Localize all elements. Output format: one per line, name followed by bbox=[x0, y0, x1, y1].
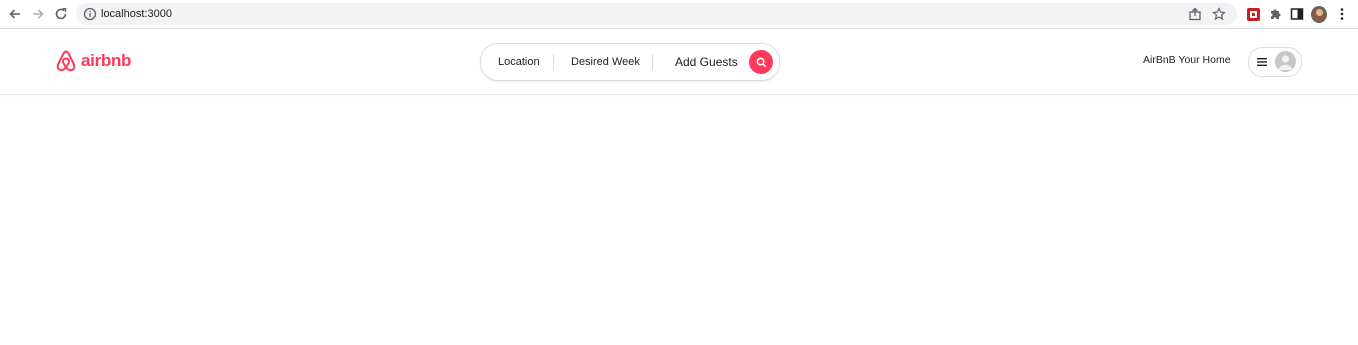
extension-icon[interactable] bbox=[1245, 6, 1261, 22]
forward-button[interactable] bbox=[29, 5, 47, 23]
reload-button[interactable] bbox=[52, 5, 70, 23]
hamburger-icon bbox=[1257, 58, 1267, 66]
side-panel-icon[interactable] bbox=[1289, 6, 1305, 22]
reload-icon bbox=[55, 8, 67, 20]
kebab-menu-icon[interactable] bbox=[1334, 6, 1350, 22]
location-button[interactable]: Location bbox=[498, 44, 540, 80]
search-divider bbox=[553, 54, 554, 70]
browser-toolbar: localhost:3000 bbox=[0, 0, 1358, 29]
airbnb-logo[interactable]: airbnb bbox=[55, 49, 131, 73]
search-divider bbox=[652, 54, 653, 70]
logo-text: airbnb bbox=[81, 51, 132, 70]
desired-week-button[interactable]: Desired Week bbox=[571, 44, 640, 80]
search-bar[interactable]: Location Desired Week Add Guests bbox=[480, 43, 780, 81]
arrow-right-icon bbox=[33, 9, 44, 19]
add-guests-button[interactable]: Add Guests bbox=[675, 44, 738, 80]
arrow-left-icon bbox=[9, 9, 20, 19]
host-link[interactable]: AirBnB Your Home bbox=[1143, 54, 1231, 66]
profile-avatar[interactable] bbox=[1311, 5, 1327, 23]
airbnb-logo-icon bbox=[56, 50, 76, 72]
site-header: airbnb Location Desired Week Add Guests … bbox=[0, 29, 1358, 95]
search-icon bbox=[756, 57, 766, 67]
search-button[interactable] bbox=[749, 50, 773, 74]
puzzle-icon[interactable] bbox=[1267, 6, 1283, 22]
info-icon[interactable] bbox=[83, 7, 97, 21]
url-text[interactable]: localhost:3000 bbox=[101, 7, 172, 21]
user-menu-button[interactable] bbox=[1248, 47, 1302, 77]
share-icon[interactable] bbox=[1188, 7, 1202, 21]
user-avatar-icon bbox=[1275, 51, 1296, 72]
star-icon[interactable] bbox=[1212, 7, 1226, 21]
back-button[interactable] bbox=[6, 5, 24, 23]
address-bar[interactable]: localhost:3000 bbox=[76, 3, 1237, 25]
